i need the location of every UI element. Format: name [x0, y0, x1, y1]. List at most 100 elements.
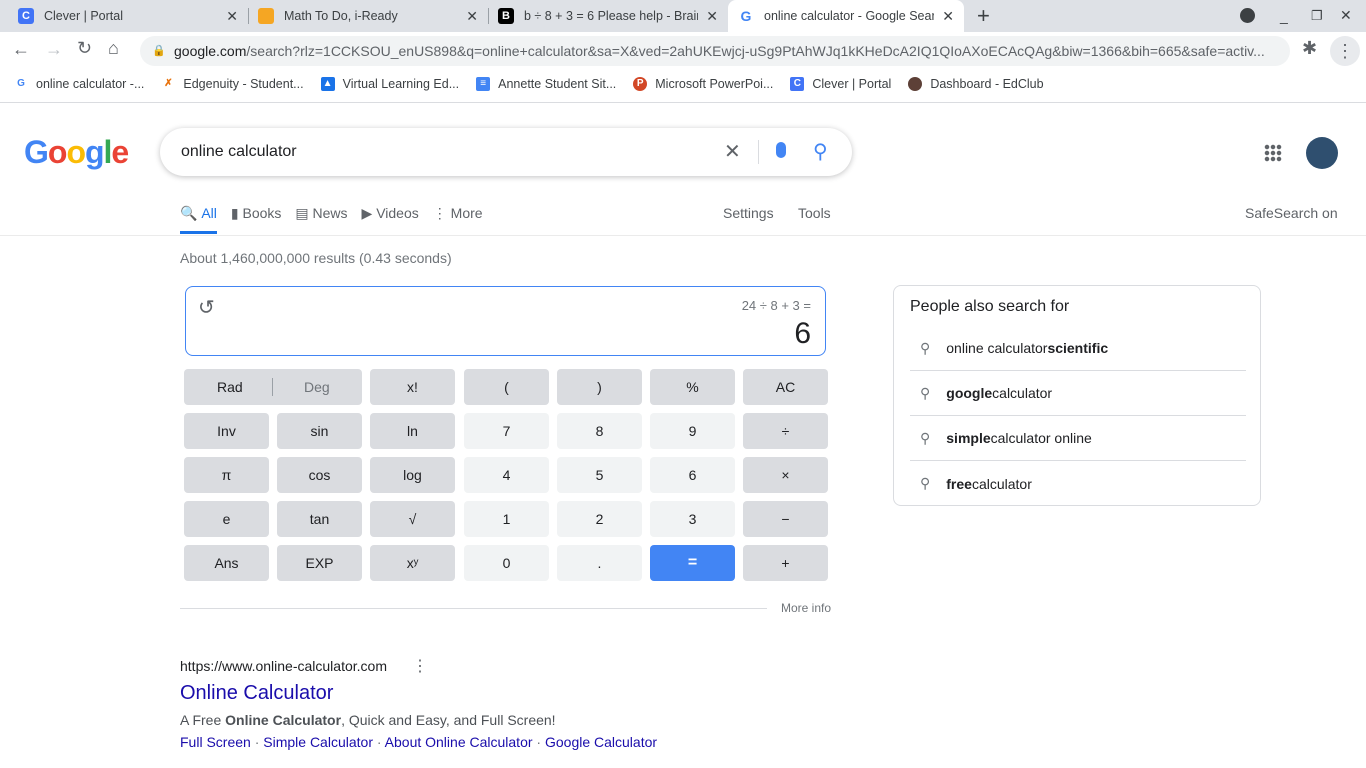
- calc-key[interactable]: 3: [650, 501, 735, 537]
- calc-key[interactable]: ÷: [743, 413, 828, 449]
- calculator-expression: 24 ÷ 8 + 3 =: [741, 298, 811, 313]
- home-icon[interactable]: ⌂: [108, 38, 119, 59]
- tab-all[interactable]: 🔍 All: [180, 200, 217, 234]
- search-icon[interactable]: ⚲: [813, 128, 828, 176]
- calc-key[interactable]: ×: [743, 457, 828, 493]
- apps-icon[interactable]: [1264, 144, 1282, 162]
- calc-key[interactable]: tan: [277, 501, 362, 537]
- calc-key[interactable]: Ans: [184, 545, 269, 581]
- menu-icon[interactable]: ⋮: [1330, 36, 1360, 66]
- bookmark[interactable]: ▲ Virtual Learning Ed...: [320, 77, 459, 91]
- related-search-item[interactable]: ⚲ online calculator scientific: [910, 326, 1246, 371]
- calc-key[interactable]: 7: [464, 413, 549, 449]
- divider: [0, 235, 1366, 236]
- close-tab-icon[interactable]: ✕: [942, 8, 954, 25]
- calc-key[interactable]: %: [650, 369, 735, 405]
- bookmark[interactable]: ≡ Annette Student Sit...: [476, 77, 616, 91]
- microphone-icon[interactable]: [776, 142, 786, 158]
- close-tab-icon[interactable]: ✕: [466, 8, 478, 25]
- settings-link[interactable]: Settings: [723, 205, 774, 221]
- tab-brainly[interactable]: Bb ÷ 8 + 3 = 6 Please help - Brainly ✕: [488, 0, 728, 32]
- calc-key[interactable]: log: [370, 457, 455, 493]
- calc-key[interactable]: −: [743, 501, 828, 537]
- calc-key[interactable]: π: [184, 457, 269, 493]
- sitelink[interactable]: Simple Calculator: [263, 734, 373, 750]
- calc-key[interactable]: 8: [557, 413, 642, 449]
- result-title-link[interactable]: Online Calculator: [180, 682, 333, 705]
- minimize-button[interactable]: _: [1280, 8, 1288, 24]
- more-info-link[interactable]: More info: [781, 601, 831, 615]
- result-url[interactable]: https://www.online-calculator.com: [180, 658, 387, 674]
- more-options-icon[interactable]: ⋮: [412, 656, 428, 676]
- calculator-result: 6: [794, 317, 811, 350]
- bookmarks-bar: Gonline calculator -... ✗ Edgenuity - Stu…: [0, 70, 1366, 98]
- close-window-button[interactable]: ✕: [1340, 7, 1352, 24]
- calc-key[interactable]: √: [370, 501, 455, 537]
- docs-icon: ≡: [476, 77, 491, 91]
- search-query: online calculator: [181, 143, 297, 160]
- calc-key[interactable]: EXP: [277, 545, 362, 581]
- rad-button[interactable]: Rad: [217, 379, 243, 395]
- tab-iready[interactable]: Math To Do, i-Ready ✕: [248, 0, 488, 32]
- calc-key[interactable]: 9: [650, 413, 735, 449]
- tools-link[interactable]: Tools: [798, 205, 831, 221]
- bookmark[interactable]: ✗ Edgenuity - Student...: [161, 77, 303, 91]
- tab-videos[interactable]: ▶ Videos: [362, 200, 419, 234]
- restore-button[interactable]: ❐: [1311, 8, 1323, 24]
- bookmark-label: Edgenuity - Student...: [183, 77, 304, 91]
- bookmark[interactable]: P Microsoft PowerPoi...: [633, 77, 773, 91]
- search-input[interactable]: online calculator ✕ ⚲: [160, 128, 852, 176]
- calc-key[interactable]: .: [557, 545, 642, 581]
- sitelink[interactable]: Full Screen: [180, 734, 251, 750]
- calc-key[interactable]: 6: [650, 457, 735, 493]
- calc-key[interactable]: +: [743, 545, 828, 581]
- safesearch-status[interactable]: SafeSearch on: [1245, 205, 1338, 221]
- calc-key[interactable]: cos: [277, 457, 362, 493]
- tab-books[interactable]: ▮ Books: [231, 200, 282, 234]
- calc-key[interactable]: 5: [557, 457, 642, 493]
- address-bar[interactable]: 🔒 google.com/search?rlz=1CCKSOU_enUS898&q…: [140, 36, 1290, 66]
- sitelink[interactable]: Google Calculator: [545, 734, 657, 750]
- back-icon[interactable]: ←: [12, 39, 30, 60]
- google-logo[interactable]: Google: [24, 134, 129, 171]
- tab-more[interactable]: ⋮ More: [433, 200, 483, 234]
- tab-clever[interactable]: C Clever | Portal ✕: [8, 0, 248, 32]
- bookmark-label: Annette Student Sit...: [498, 77, 617, 91]
- calc-key[interactable]: 1: [464, 501, 549, 537]
- calc-key[interactable]: xʸ: [370, 545, 455, 581]
- related-search-item[interactable]: ⚲ google calculator: [910, 371, 1246, 416]
- deg-button[interactable]: Deg: [304, 379, 330, 395]
- calc-key[interactable]: x!: [370, 369, 455, 405]
- tab-google[interactable]: Gonline calculator - Google Search ✕: [728, 0, 964, 32]
- calc-key[interactable]: sin: [277, 413, 362, 449]
- related-search-item[interactable]: ⚲ simple calculator online: [910, 416, 1246, 461]
- calc-key[interactable]: ln: [370, 413, 455, 449]
- rad-deg-toggle[interactable]: Rad Deg: [184, 369, 362, 405]
- history-icon[interactable]: ↺: [198, 295, 215, 320]
- tab-news[interactable]: ▤ News: [295, 200, 347, 234]
- related-search-item[interactable]: ⚲ free calculator: [910, 461, 1246, 506]
- calc-key[interactable]: =: [650, 545, 735, 581]
- calc-key[interactable]: AC: [743, 369, 828, 405]
- bookmark[interactable]: Dashboard - EdClub: [908, 77, 1044, 91]
- close-tab-icon[interactable]: ✕: [226, 8, 238, 25]
- calc-key[interactable]: 4: [464, 457, 549, 493]
- reload-icon[interactable]: ↻: [77, 38, 92, 59]
- people-also-search-panel: People also search for ⚲ online calculato…: [893, 285, 1261, 506]
- calc-key[interactable]: 2: [557, 501, 642, 537]
- sitelink[interactable]: About Online Calculator: [385, 734, 533, 750]
- avatar[interactable]: [1306, 137, 1338, 169]
- calc-key[interactable]: (: [464, 369, 549, 405]
- extensions-icon[interactable]: ✱: [1302, 38, 1317, 59]
- tab-search-icon[interactable]: [1240, 8, 1255, 23]
- calc-key[interactable]: Inv: [184, 413, 269, 449]
- calc-key[interactable]: ): [557, 369, 642, 405]
- close-tab-icon[interactable]: ✕: [706, 8, 718, 25]
- bookmark[interactable]: Gonline calculator -...: [14, 77, 144, 91]
- calc-key[interactable]: 0: [464, 545, 549, 581]
- bookmark[interactable]: C Clever | Portal: [790, 77, 891, 91]
- clear-icon[interactable]: ✕: [724, 128, 741, 176]
- new-tab-button[interactable]: +: [977, 3, 990, 29]
- forward-icon[interactable]: →: [45, 39, 63, 60]
- calc-key[interactable]: e: [184, 501, 269, 537]
